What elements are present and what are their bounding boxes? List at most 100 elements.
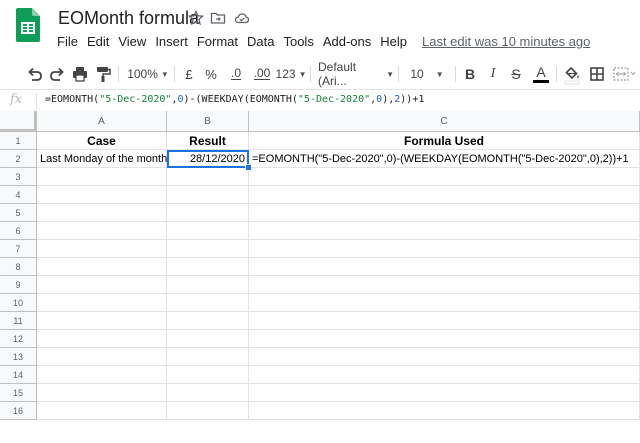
- cell-c10[interactable]: [249, 294, 640, 312]
- row-header-12[interactable]: 12: [0, 330, 37, 348]
- cell-a14[interactable]: [37, 366, 167, 384]
- print-icon[interactable]: [71, 60, 89, 88]
- row-header-6[interactable]: 6: [0, 222, 37, 240]
- italic-button[interactable]: I: [485, 60, 501, 88]
- row-header-5[interactable]: 5: [0, 204, 37, 222]
- cell-c7[interactable]: [249, 240, 640, 258]
- cell-b4[interactable]: [167, 186, 249, 204]
- strikethrough-button[interactable]: S: [508, 60, 524, 88]
- cell-a12[interactable]: [37, 330, 167, 348]
- cell-c13[interactable]: [249, 348, 640, 366]
- row-header-9[interactable]: 9: [0, 276, 37, 294]
- undo-icon[interactable]: [26, 60, 44, 88]
- document-title[interactable]: EOMonth formula: [58, 8, 199, 29]
- star-icon[interactable]: [188, 10, 204, 26]
- font-size-select[interactable]: 10 ▼: [404, 60, 450, 88]
- cell-b11[interactable]: [167, 312, 249, 330]
- menu-view[interactable]: View: [118, 34, 146, 52]
- cell-c5[interactable]: [249, 204, 640, 222]
- cell-c2[interactable]: =EOMONTH("5-Dec-2020",0)-(WEEKDAY(EOMONT…: [249, 150, 640, 168]
- zoom-select[interactable]: 100% ▼: [126, 60, 170, 88]
- row-header-16[interactable]: 16: [0, 402, 37, 420]
- column-header-a[interactable]: A: [37, 111, 167, 132]
- cell-b3[interactable]: [167, 168, 249, 186]
- decrease-decimal-button[interactable]: .0: [226, 60, 246, 88]
- redo-icon[interactable]: [48, 60, 66, 88]
- cell-b10[interactable]: [167, 294, 249, 312]
- cell-a8[interactable]: [37, 258, 167, 276]
- select-all-corner[interactable]: [0, 111, 37, 132]
- menu-insert[interactable]: Insert: [155, 34, 188, 52]
- fill-handle[interactable]: [245, 164, 252, 171]
- cell-b1[interactable]: Result: [167, 132, 249, 150]
- menu-file[interactable]: File: [57, 34, 78, 52]
- cell-a10[interactable]: [37, 294, 167, 312]
- cell-c9[interactable]: [249, 276, 640, 294]
- cell-b15[interactable]: [167, 384, 249, 402]
- cell-c14[interactable]: [249, 366, 640, 384]
- row-header-11[interactable]: 11: [0, 312, 37, 330]
- merge-cells-icon[interactable]: [612, 60, 638, 88]
- cell-b12[interactable]: [167, 330, 249, 348]
- cell-a3[interactable]: [37, 168, 167, 186]
- cell-c11[interactable]: [249, 312, 640, 330]
- menu-data[interactable]: Data: [247, 34, 274, 52]
- move-to-folder-icon[interactable]: [210, 10, 226, 26]
- cell-c12[interactable]: [249, 330, 640, 348]
- cell-a6[interactable]: [37, 222, 167, 240]
- cell-b7[interactable]: [167, 240, 249, 258]
- menu-edit[interactable]: Edit: [87, 34, 109, 52]
- row-header-8[interactable]: 8: [0, 258, 37, 276]
- last-edit-link[interactable]: Last edit was 10 minutes ago: [422, 34, 590, 52]
- menu-format[interactable]: Format: [197, 34, 238, 52]
- cell-a9[interactable]: [37, 276, 167, 294]
- cell-a7[interactable]: [37, 240, 167, 258]
- cell-b13[interactable]: [167, 348, 249, 366]
- cloud-status-icon[interactable]: [234, 10, 250, 26]
- bold-button[interactable]: B: [462, 60, 478, 88]
- row-header-2[interactable]: 2: [0, 150, 37, 168]
- menu-tools[interactable]: Tools: [283, 34, 313, 52]
- cell-c15[interactable]: [249, 384, 640, 402]
- paint-format-icon[interactable]: [94, 60, 112, 88]
- cell-a11[interactable]: [37, 312, 167, 330]
- cell-a16[interactable]: [37, 402, 167, 420]
- row-header-7[interactable]: 7: [0, 240, 37, 258]
- increase-decimal-button[interactable]: .00: [250, 60, 274, 88]
- row-header-13[interactable]: 13: [0, 348, 37, 366]
- cell-a13[interactable]: [37, 348, 167, 366]
- column-header-c[interactable]: C: [249, 111, 640, 132]
- row-header-10[interactable]: 10: [0, 294, 37, 312]
- percent-format-button[interactable]: %: [204, 60, 218, 88]
- cell-a5[interactable]: [37, 204, 167, 222]
- currency-format-button[interactable]: £: [182, 60, 196, 88]
- cell-b6[interactable]: [167, 222, 249, 240]
- cell-c16[interactable]: [249, 402, 640, 420]
- menu-add-ons[interactable]: Add-ons: [323, 34, 371, 52]
- fill-color-icon[interactable]: [563, 60, 581, 88]
- row-header-15[interactable]: 15: [0, 384, 37, 402]
- row-header-4[interactable]: 4: [0, 186, 37, 204]
- cell-b8[interactable]: [167, 258, 249, 276]
- column-header-b[interactable]: B: [167, 111, 249, 132]
- more-formats-select[interactable]: 123 ▼: [276, 60, 307, 88]
- cell-b16[interactable]: [167, 402, 249, 420]
- cell-c3[interactable]: [249, 168, 640, 186]
- menu-help[interactable]: Help: [380, 34, 407, 52]
- cell-b14[interactable]: [167, 366, 249, 384]
- row-header-3[interactable]: 3: [0, 168, 37, 186]
- row-header-14[interactable]: 14: [0, 366, 37, 384]
- cell-c8[interactable]: [249, 258, 640, 276]
- sheets-logo-icon[interactable]: [16, 8, 40, 42]
- cell-c1[interactable]: Formula Used: [249, 132, 640, 150]
- cell-a15[interactable]: [37, 384, 167, 402]
- cell-b2[interactable]: 28/12/2020: [167, 150, 249, 168]
- cell-b5[interactable]: [167, 204, 249, 222]
- cell-a2[interactable]: Last Monday of the month: [37, 150, 167, 168]
- cell-c4[interactable]: [249, 186, 640, 204]
- font-family-select[interactable]: Default (Ari... ▼: [318, 60, 394, 88]
- formula-input[interactable]: =EOMONTH("5-Dec-2020",0)-(WEEKDAY(EOMONT…: [45, 94, 424, 105]
- text-color-button[interactable]: A: [532, 60, 550, 88]
- cell-a4[interactable]: [37, 186, 167, 204]
- cell-c6[interactable]: [249, 222, 640, 240]
